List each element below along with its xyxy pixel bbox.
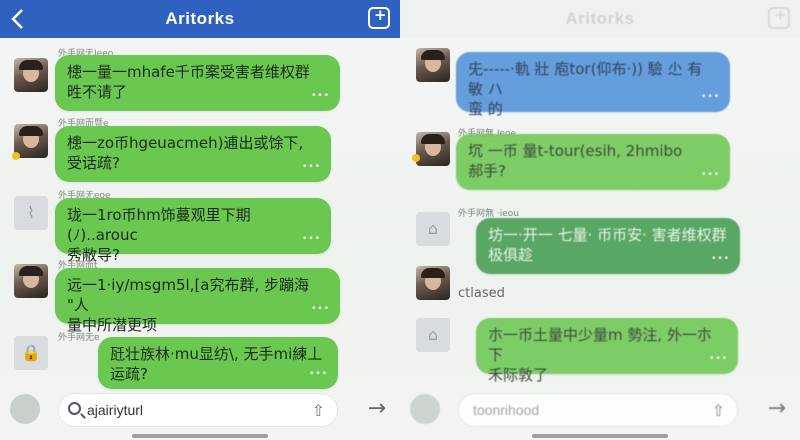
read-receipt: ••• (309, 369, 328, 379)
share-icon[interactable]: ⇧ (712, 401, 725, 420)
message-text: 坈 一币 量t-tour(esih, 2hmibo (468, 142, 683, 160)
share-icon[interactable]: ⇧ (312, 401, 325, 420)
sender-name: 外手网无e (58, 333, 100, 343)
status-dot-icon (412, 154, 420, 162)
profile-button[interactable] (10, 394, 40, 424)
read-receipt: ••• (302, 234, 321, 244)
message-text-line2: 郝手? (468, 162, 506, 180)
chat-title: Aritorks (565, 9, 635, 28)
message-text: 瓩壮族林·mu显纺\, 无手mi練丄 (110, 345, 323, 363)
avatar[interactable] (14, 58, 48, 92)
message-input-value: ajairiyturl (87, 402, 144, 418)
message-text-line2: 量中所潜更项 (67, 316, 158, 334)
message-bubble[interactable]: 远一1·iy/msgm5l,[a究布群, 步蹦海 "人 量中所潜更项 ••• (55, 268, 340, 334)
message-input[interactable]: toonrihood ⇧ (458, 393, 738, 427)
chart-icon: ⌇ (27, 203, 35, 222)
message-text-line2: 受话疏? (67, 154, 120, 172)
read-receipt: ••• (311, 91, 330, 101)
message-input-bar: ajairiyturl ⇧ → (0, 384, 400, 440)
avatar[interactable] (416, 132, 450, 166)
home-indicator (132, 434, 268, 438)
compose-plus-icon[interactable] (768, 6, 790, 29)
message-bubble[interactable]: 瓩壮族林·mu显纺\, 无手mi練丄 运疏? ••• (98, 337, 338, 389)
right-chat-screen: Aritorks 兂-----·軌 壯 庖tor(仰布·)) 驗 尐 有 敏 ハ… (400, 0, 800, 440)
left-chat-screen: Aritorks 外手网无Ieeo 槵一量一mhafe千币案受害者维权群 甠不请… (0, 0, 400, 440)
message-bubble[interactable]: 槵一zo币hgeuacmeh)逋出或馀下, 受话疏? ••• (55, 126, 331, 182)
read-receipt: ••• (311, 304, 330, 314)
message-input-value: toonrihood (473, 402, 540, 418)
message-text-line2: 极俱趁 (488, 246, 534, 264)
message-text-line2: 秀敝导? (67, 246, 120, 264)
read-receipt: ••• (711, 254, 730, 264)
chat-header: Aritorks (400, 0, 800, 38)
home-indicator (532, 434, 668, 438)
read-receipt: ••• (701, 170, 720, 180)
avatar-placeholder[interactable]: ⌇ (14, 196, 48, 230)
avatar-placeholder[interactable]: ⌂ (416, 318, 450, 352)
status-dot-icon (12, 152, 20, 160)
message-bubble[interactable]: 槵一量一mhafe千币案受害者维权群 甠不请了 ••• (55, 55, 340, 111)
chat-header: Aritorks (0, 0, 400, 38)
message-text: 珑一1ro币hm饰蔓观里下期(ﾉ)..arouc (67, 206, 251, 244)
message-bubble[interactable]: 珑一1ro币hm饰蔓观里下期(ﾉ)..arouc 秀敝导? ••• (55, 198, 331, 264)
message-input-bar: toonrihood ⇧ → (400, 384, 800, 440)
message-text: 远一1·iy/msgm5l,[a究布群, 步蹦海 "人 (67, 276, 310, 314)
message-text: 槵一量一mhafe千币案受害者维权群 (67, 63, 310, 81)
message-text-line2: 运疏? (110, 365, 148, 383)
message-input[interactable]: ajairiyturl ⇧ (58, 393, 338, 427)
message-text-line2: 蛮 的 (468, 100, 503, 118)
read-receipt: ••• (701, 92, 720, 102)
message-text: 朩一币土量中少量m 勢注, 外一朩下 (488, 326, 712, 364)
search-icon (68, 402, 81, 415)
message-bubble[interactable]: 兂-----·軌 壯 庖tor(仰布·)) 驗 尐 有 敏 ハ 蛮 的 ••• (456, 52, 730, 118)
home-icon: ⌂ (427, 325, 439, 344)
home-icon: ⌂ (427, 219, 439, 238)
message-bubble[interactable]: 朩一币土量中少量m 勢注, 外一朩下 禾际敦了 ••• (476, 318, 738, 384)
message-bubble[interactable]: 坊一·开一 七量· 币币安· 害者维权群 极俱趁 ••• (476, 218, 740, 274)
send-arrow-icon[interactable]: → (768, 396, 786, 421)
send-arrow-icon[interactable]: → (368, 396, 386, 421)
avatar-placeholder[interactable]: ⌂ (416, 212, 450, 246)
message-text-line2: 禾际敦了 (488, 366, 549, 384)
read-receipt: ••• (709, 354, 728, 364)
message-text: 槵一zo币hgeuacmeh)逋出或馀下, (67, 134, 304, 152)
profile-button[interactable] (410, 394, 440, 424)
avatar[interactable] (416, 266, 450, 300)
avatar[interactable] (14, 264, 48, 298)
message-text-line2: 甠不请了 (67, 83, 128, 101)
lock-icon: 🔒 (21, 343, 41, 362)
avatar-placeholder[interactable]: 🔒 (14, 336, 48, 370)
message-text: 坊一·开一 七量· 币币安· 害者维权群 (488, 226, 727, 244)
read-receipt: ••• (302, 162, 321, 172)
avatar[interactable] (416, 48, 450, 82)
message-text: 兂-----·軌 壯 庖tor(仰布·)) 驗 尐 有 敏 ハ (468, 60, 703, 98)
message-bubble[interactable]: 坈 一币 量t-tour(esih, 2hmibo 郝手? ••• (456, 134, 730, 190)
compose-plus-icon[interactable] (368, 6, 390, 29)
chat-title: Aritorks (165, 9, 235, 28)
label-text: ctlased (458, 286, 505, 301)
